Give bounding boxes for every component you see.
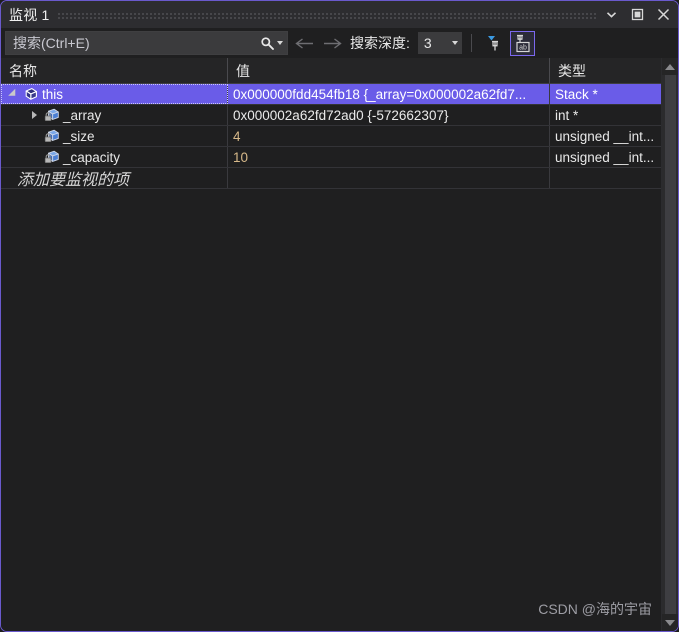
object-cube-icon [21,87,39,102]
table-row[interactable]: this 0x000000fdd454fb18 {_array=0x000002a… [1,84,661,105]
pin-filter-icon[interactable] [481,31,506,56]
search-depth-label: 搜索深度: [350,35,410,51]
watch-grid: 名称 值 类型 this 0x000000fdd454fb18 {_array=0… [1,58,678,631]
scroll-down-arrow-icon[interactable] [662,614,679,631]
table-row[interactable]: _array 0x000002a62fd72ad0 {-572662307} int… [1,105,661,126]
chevron-down-icon[interactable] [451,41,458,45]
search-input[interactable] [13,35,260,51]
row-name-cell[interactable]: _capacity [1,147,228,167]
search-icon-group[interactable] [260,36,283,51]
collapse-triangle-icon[interactable] [26,111,42,119]
search-icon [261,36,274,50]
page-title: 监视 1 [9,6,50,23]
window-titlebar: 监视 1 [1,1,678,28]
arrow-right-icon[interactable] [320,31,344,55]
row-value-cell[interactable]: 0x000000fdd454fb18 {_array=0x000002a62fd… [228,84,550,104]
row-type-cell: unsigned __int... [555,128,655,144]
row-type-cell: Stack * [555,86,598,102]
vertical-scrollbar[interactable] [661,58,678,631]
close-icon[interactable] [650,2,676,28]
private-field-icon [42,129,60,144]
row-value-cell[interactable]: 10 [228,147,550,167]
add-watch-placeholder: 添加要监视的项 [17,172,130,188]
row-value-cell[interactable]: 4 [228,126,550,146]
row-name-label: _size [63,128,95,144]
watch-window: 监视 1 搜索(Ctrl+E) 搜索深度: 3 ab 名称 值 类型 this … [0,0,679,632]
arrow-left-icon[interactable] [292,31,316,55]
add-watch-name-cell[interactable]: 添加要监视的项 [1,168,228,188]
row-name-cell[interactable]: _size [1,126,228,146]
grid-columns: 名称 值 类型 this 0x000000fdd454fb18 {_array=0… [1,58,661,631]
table-row[interactable]: _capacity 10 unsigned __int... [1,147,661,168]
column-header-name[interactable]: 名称 [1,58,228,83]
grid-rows: this 0x000000fdd454fb18 {_array=0x000002a… [1,84,661,168]
chevron-down-icon[interactable] [598,2,624,28]
add-watch-type-cell[interactable] [550,168,661,188]
row-type-cell: int * [555,107,579,123]
private-field-icon [42,108,60,123]
watch-toolbar: 搜索深度: 3 ab [1,28,678,58]
row-name-label: _array [63,107,102,123]
row-name-label: _capacity [63,149,121,165]
search-box[interactable] [5,31,288,55]
pin-text-icon[interactable]: ab [509,30,535,56]
row-name-cell[interactable]: _array [1,105,228,125]
scrollbar-track[interactable] [661,75,678,614]
row-name-cell[interactable]: this [1,84,228,104]
row-type-cell: unsigned __int... [555,149,655,165]
drag-handle[interactable] [57,11,598,20]
svg-text:ab: ab [519,44,527,51]
expand-triangle-icon[interactable] [5,88,21,100]
scroll-up-arrow-icon[interactable] [662,58,679,75]
chevron-down-icon[interactable] [277,41,283,45]
column-header-value[interactable]: 值 [228,58,550,83]
add-watch-value-cell[interactable] [228,168,550,188]
toolbar-divider [470,34,472,52]
row-value-cell[interactable]: 0x000002a62fd72ad0 {-572662307} [228,105,550,125]
grid-main: 名称 值 类型 this 0x000000fdd454fb18 {_array=0… [1,58,678,631]
row-name-label: this [42,86,64,102]
column-header-type[interactable]: 类型 [550,58,661,83]
search-depth-value: 3 [423,35,432,51]
search-depth-select[interactable]: 3 [417,32,462,54]
grid-header-row: 名称 值 类型 [1,58,661,84]
private-field-icon [42,150,60,165]
maximize-icon[interactable] [624,2,650,28]
add-watch-row[interactable]: 添加要监视的项 [1,168,661,189]
table-row[interactable]: _size 4 unsigned __int... [1,126,661,147]
scrollbar-thumb[interactable] [664,75,676,614]
